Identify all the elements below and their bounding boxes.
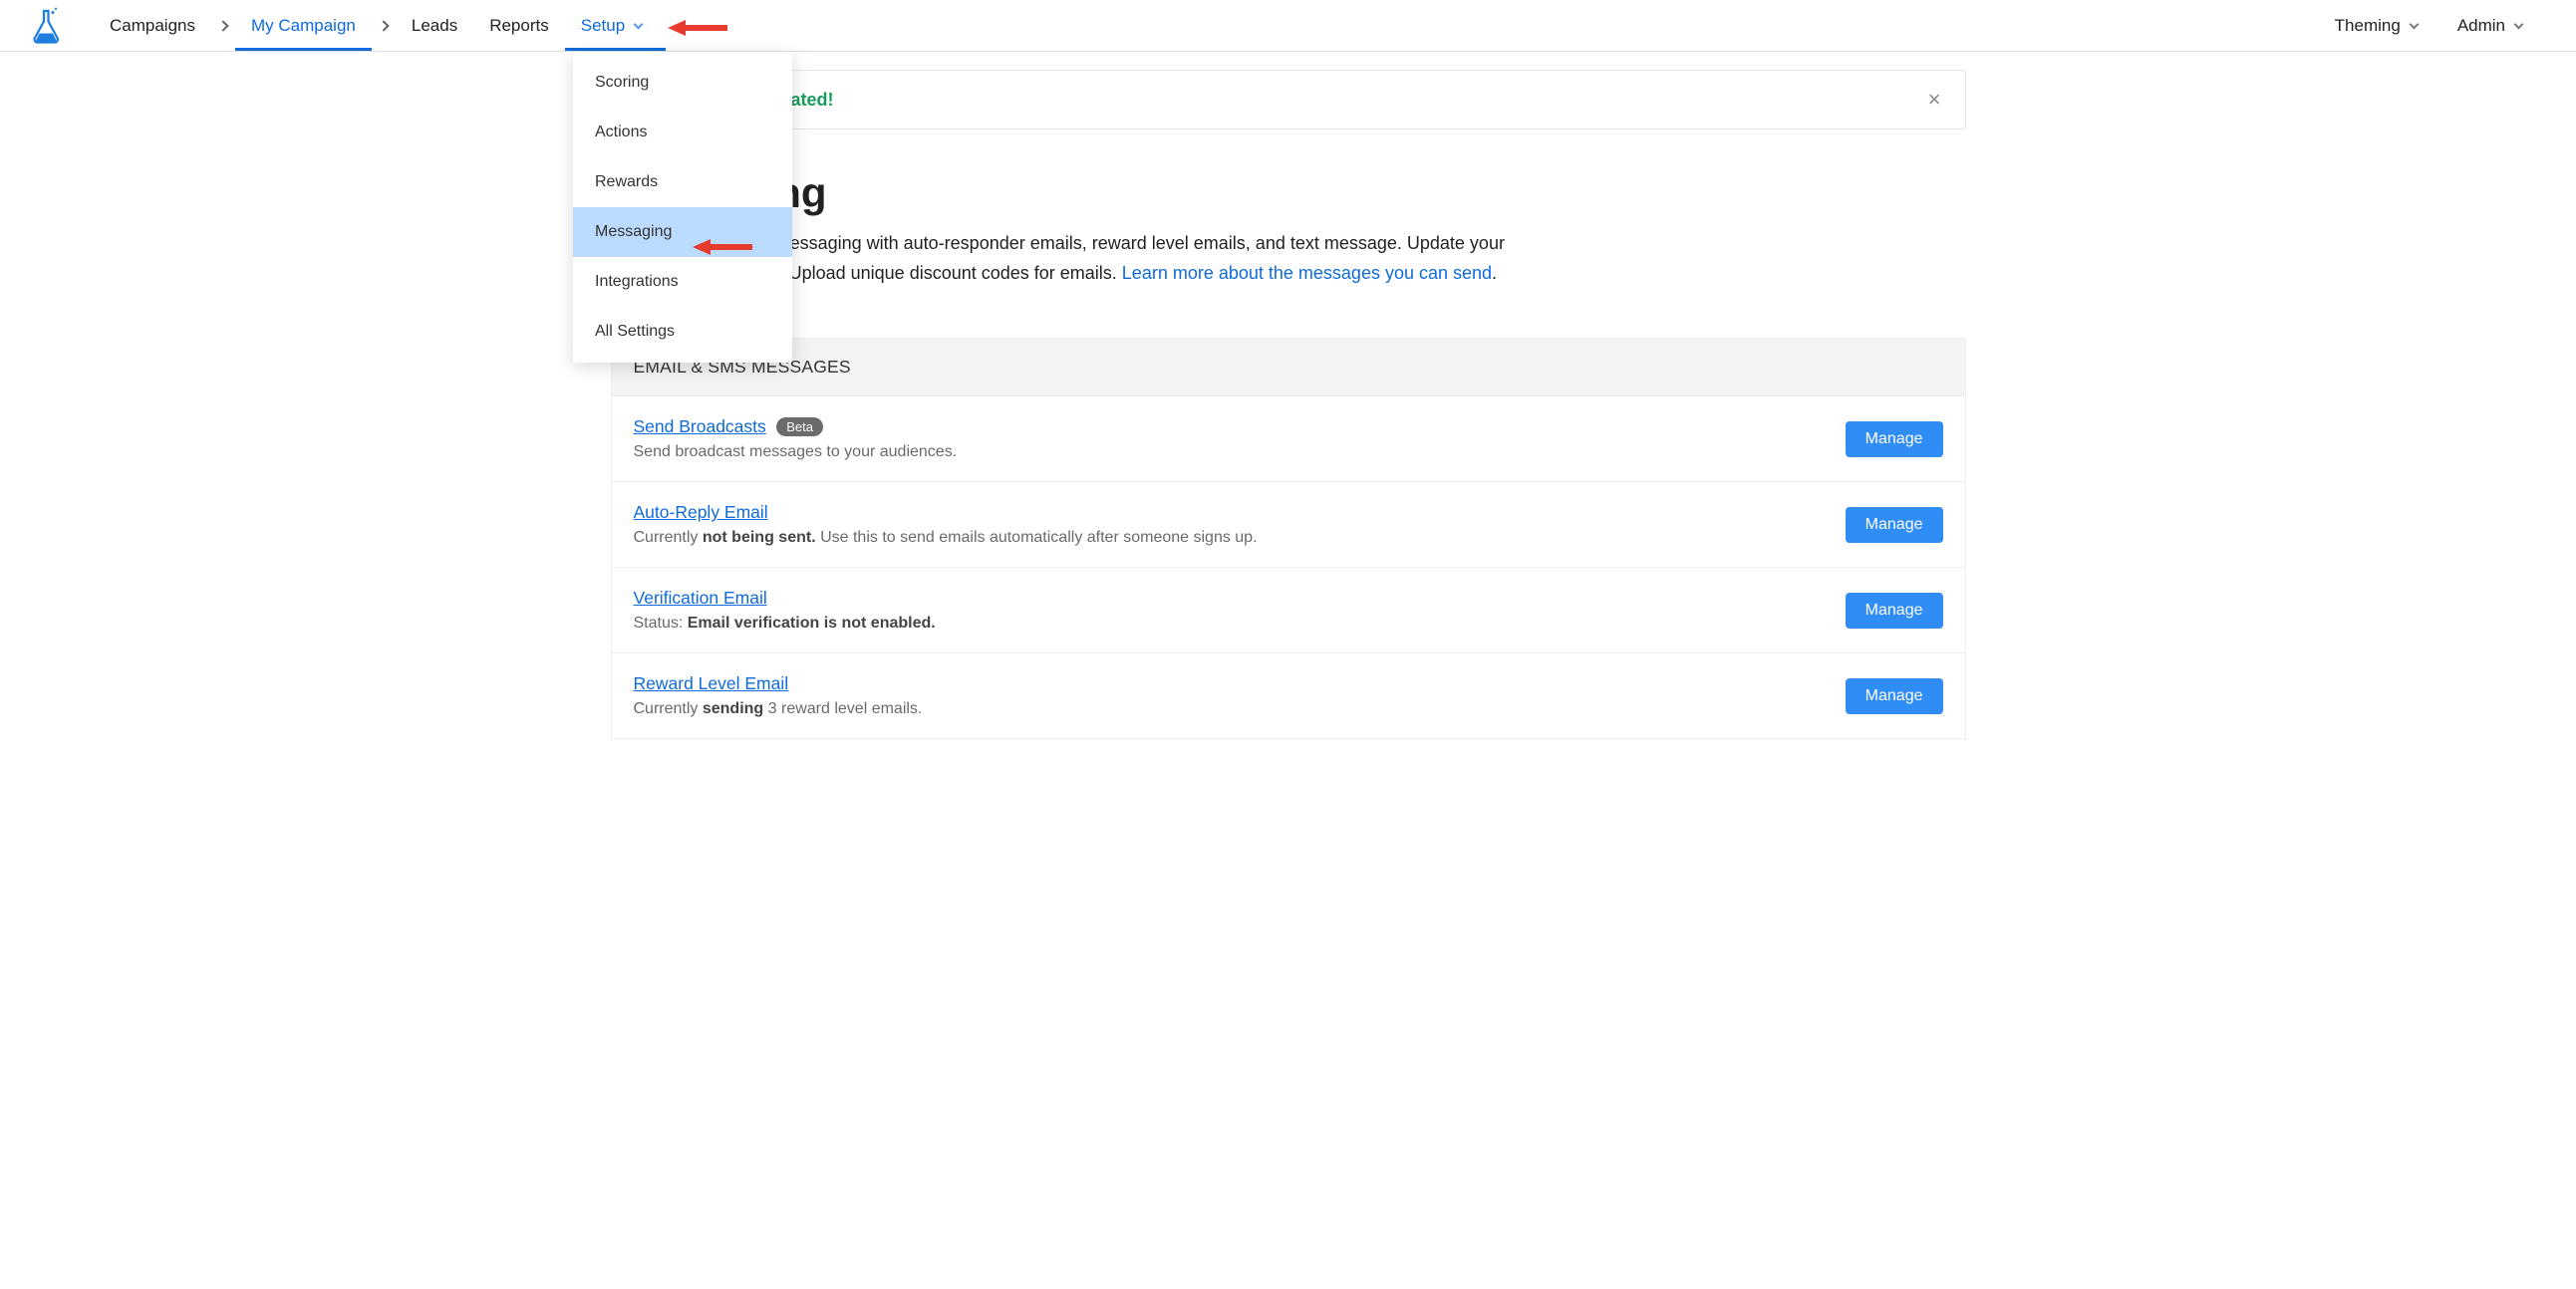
- messages-section: EMAIL & SMS MESSAGES Send Broadcasts Bet…: [611, 338, 1966, 739]
- chevron-down-icon: [2514, 19, 2524, 29]
- nav-leads[interactable]: Leads: [396, 0, 473, 51]
- dropdown-item-scoring[interactable]: Scoring: [573, 58, 792, 108]
- success-alert: Email settings updated! ×: [611, 70, 1966, 129]
- chevron-down-icon: [634, 19, 644, 29]
- dropdown-item-messaging[interactable]: Messaging: [573, 207, 792, 257]
- message-row: Verification Email Status: Email verific…: [612, 567, 1965, 652]
- nav-setup[interactable]: Setup: [565, 0, 666, 51]
- row-left: Reward Level Email Currently sending 3 r…: [634, 673, 1846, 718]
- row-left: Auto-Reply Email Currently not being sen…: [634, 502, 1846, 547]
- message-row: Auto-Reply Email Currently not being sen…: [612, 481, 1965, 567]
- message-row: Send Broadcasts Beta Send broadcast mess…: [612, 395, 1965, 481]
- nav-theming[interactable]: Theming: [2319, 0, 2441, 51]
- manage-button[interactable]: Manage: [1846, 507, 1943, 543]
- nav-right: Theming Admin: [2319, 0, 2546, 51]
- learn-more-link[interactable]: Learn more about the messages you can se…: [1122, 263, 1492, 283]
- nav-admin[interactable]: Admin: [2441, 0, 2546, 51]
- dropdown-item-integrations[interactable]: Integrations: [573, 257, 792, 307]
- row-desc: Currently sending 3 reward level emails.: [634, 700, 1846, 718]
- manage-button[interactable]: Manage: [1846, 678, 1943, 714]
- alert-close-button[interactable]: ×: [1924, 87, 1945, 113]
- page-desc-part2: .: [1492, 263, 1497, 283]
- row-desc: Send broadcast messages to your audience…: [634, 443, 1846, 461]
- row-desc: Status: Email verification is not enable…: [634, 615, 1846, 633]
- nav-admin-label: Admin: [2457, 16, 2505, 36]
- section-header: EMAIL & SMS MESSAGES: [612, 339, 1965, 395]
- manage-button[interactable]: Manage: [1846, 593, 1943, 629]
- row-title-auto-reply[interactable]: Auto-Reply Email: [634, 502, 768, 523]
- row-title-send-broadcasts[interactable]: Send Broadcasts: [634, 416, 766, 437]
- page-content: Email settings updated! × Messaging Auto…: [611, 52, 1966, 779]
- dropdown-item-all-settings[interactable]: All Settings: [573, 307, 792, 357]
- top-nav: Campaigns My Campaign Leads Reports Setu…: [0, 0, 2576, 52]
- row-left: Send Broadcasts Beta Send broadcast mess…: [634, 416, 1846, 461]
- row-desc: Currently not being sent. Use this to se…: [634, 529, 1846, 547]
- row-title-reward-level[interactable]: Reward Level Email: [634, 673, 789, 694]
- chevron-right-icon: [378, 20, 389, 31]
- manage-button[interactable]: Manage: [1846, 421, 1943, 457]
- nav-reports[interactable]: Reports: [473, 0, 565, 51]
- dropdown-item-actions[interactable]: Actions: [573, 108, 792, 157]
- row-left: Verification Email Status: Email verific…: [634, 588, 1846, 633]
- beta-badge: Beta: [776, 417, 823, 436]
- chevron-down-icon: [2409, 19, 2419, 29]
- message-row: Reward Level Email Currently sending 3 r…: [612, 652, 1965, 738]
- page-title: Messaging: [611, 169, 1966, 217]
- chevron-right-icon: [217, 20, 228, 31]
- nav-campaigns[interactable]: Campaigns: [94, 0, 211, 51]
- nav-left: Campaigns My Campaign Leads Reports Setu…: [94, 0, 666, 51]
- nav-theming-label: Theming: [2335, 16, 2401, 36]
- app-logo: [30, 9, 64, 43]
- nav-my-campaign[interactable]: My Campaign: [235, 0, 372, 51]
- row-title-verification[interactable]: Verification Email: [634, 588, 767, 609]
- nav-setup-label: Setup: [581, 16, 625, 36]
- setup-dropdown: Scoring Actions Rewards Messaging Integr…: [573, 52, 792, 363]
- dropdown-item-rewards[interactable]: Rewards: [573, 157, 792, 207]
